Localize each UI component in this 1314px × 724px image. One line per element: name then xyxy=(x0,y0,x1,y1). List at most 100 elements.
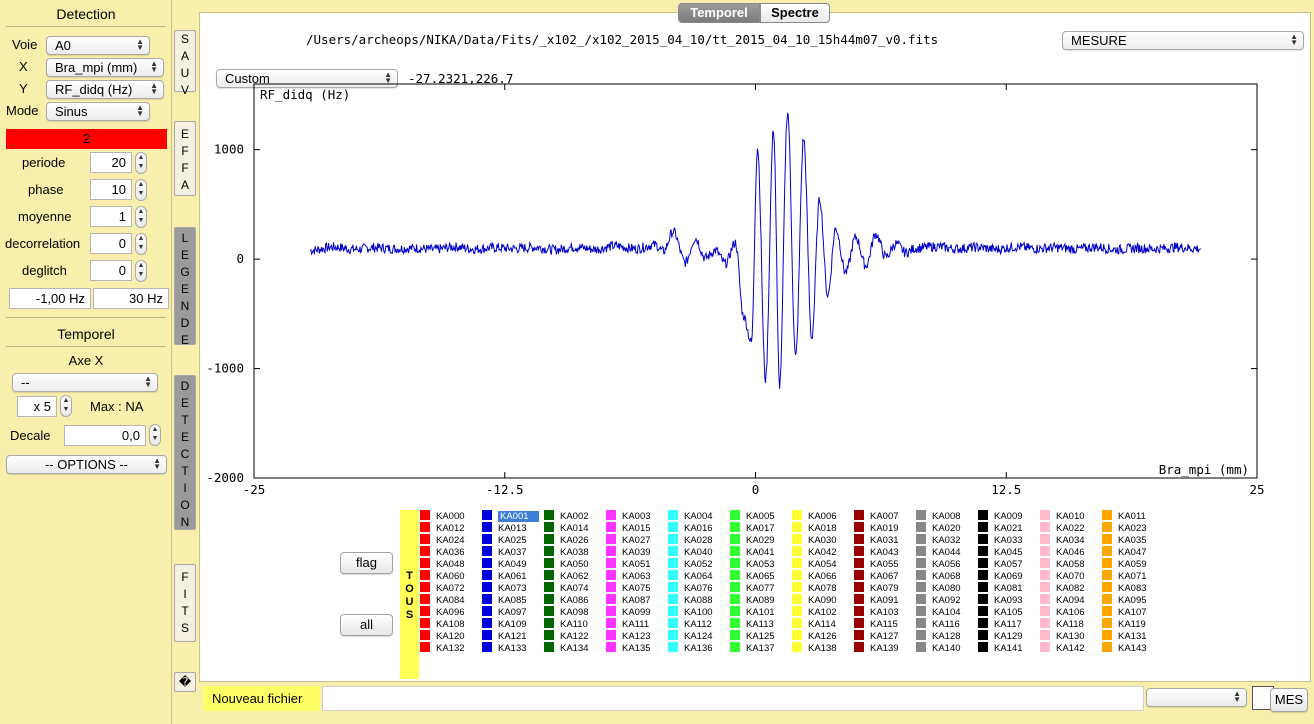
detector-item[interactable]: KA051 xyxy=(606,558,651,570)
detector-item[interactable]: KA059 xyxy=(1102,558,1147,570)
detector-item[interactable]: KA081 xyxy=(978,582,1023,594)
detector-item[interactable]: KA058 xyxy=(1040,558,1085,570)
detector-item[interactable]: KA134 xyxy=(544,642,589,654)
detector-item[interactable]: KA012 xyxy=(420,522,465,534)
detector-item[interactable]: KA070 xyxy=(1040,570,1085,582)
flag-button[interactable]: flag xyxy=(340,552,393,574)
detector-item[interactable]: KA049 xyxy=(482,558,527,570)
detector-item[interactable]: KA047 xyxy=(1102,546,1147,558)
detector-item[interactable]: KA039 xyxy=(606,546,651,558)
detector-item[interactable]: KA060 xyxy=(420,570,465,582)
moyenne-stepper[interactable]: ▲ ▼ xyxy=(135,206,147,228)
detector-item[interactable]: KA113 xyxy=(730,618,774,630)
detector-item[interactable]: KA004 xyxy=(668,510,713,522)
detector-item[interactable]: KA114 xyxy=(792,618,836,630)
detector-item[interactable]: KA050 xyxy=(544,558,589,570)
file-select[interactable]: ▲ ▼ xyxy=(1146,688,1247,707)
detector-item[interactable]: KA002 xyxy=(544,510,589,522)
detector-item[interactable]: KA043 xyxy=(854,546,899,558)
detector-item[interactable]: KA037 xyxy=(482,546,527,558)
scale-input[interactable]: x 5 xyxy=(17,396,57,417)
detector-item[interactable]: KA086 xyxy=(544,594,589,606)
detector-item[interactable]: KA020 xyxy=(916,522,961,534)
axe-x-select[interactable]: -- ▲ ▼ xyxy=(12,373,158,392)
detector-item[interactable]: KA052 xyxy=(668,558,713,570)
detector-item[interactable]: KA046 xyxy=(1040,546,1085,558)
detector-item[interactable]: KA102 xyxy=(792,606,837,618)
detector-item[interactable]: KA087 xyxy=(606,594,651,606)
detector-item[interactable]: KA067 xyxy=(854,570,899,582)
detector-item[interactable]: KA076 xyxy=(668,582,713,594)
detector-item[interactable]: KA101 xyxy=(730,606,775,618)
detector-item[interactable]: KA132 xyxy=(420,642,465,654)
detector-item[interactable]: KA075 xyxy=(606,582,651,594)
detector-item[interactable]: KA032 xyxy=(916,534,961,546)
detector-item[interactable]: KA064 xyxy=(668,570,713,582)
detector-item[interactable]: KA107 xyxy=(1102,606,1147,618)
detector-item[interactable]: KA055 xyxy=(854,558,899,570)
detector-item[interactable]: KA029 xyxy=(730,534,775,546)
detector-item[interactable]: KA124 xyxy=(668,630,713,642)
detector-item[interactable]: KA011 xyxy=(1102,510,1146,522)
detector-item[interactable]: KA139 xyxy=(854,642,899,654)
tous-button[interactable]: TOUS xyxy=(400,510,419,679)
detector-item[interactable]: KA103 xyxy=(854,606,899,618)
detector-item[interactable]: KA056 xyxy=(916,558,961,570)
detector-item[interactable]: KA129 xyxy=(978,630,1023,642)
detector-item[interactable]: KA137 xyxy=(730,642,775,654)
detector-item[interactable]: KA106 xyxy=(1040,606,1085,618)
detector-item[interactable]: KA010 xyxy=(1040,510,1085,522)
detector-item[interactable]: KA131 xyxy=(1102,630,1147,642)
detector-item[interactable]: KA084 xyxy=(420,594,465,606)
detector-item[interactable]: KA025 xyxy=(482,534,527,546)
detector-item[interactable]: KA016 xyxy=(668,522,713,534)
legende-tab[interactable]: LEGENDE xyxy=(174,227,196,347)
decorrelation-stepper[interactable]: ▲ ▼ xyxy=(135,233,147,255)
detector-item[interactable]: KA053 xyxy=(730,558,775,570)
detector-item[interactable]: KA068 xyxy=(916,570,961,582)
detector-item[interactable]: KA120 xyxy=(420,630,465,642)
freq-max-input[interactable]: 30 Hz xyxy=(93,288,169,309)
detector-item[interactable]: KA007 xyxy=(854,510,899,522)
detector-item[interactable]: KA057 xyxy=(978,558,1023,570)
detector-item[interactable]: KA062 xyxy=(544,570,589,582)
detector-item[interactable]: KA074 xyxy=(544,582,589,594)
effa-tab[interactable]: EFFA xyxy=(174,121,196,196)
tab-spectre[interactable]: Spectre xyxy=(760,3,830,23)
detector-item[interactable]: KA066 xyxy=(792,570,837,582)
periode-input[interactable]: 20 xyxy=(90,152,132,173)
detector-item[interactable]: KA014 xyxy=(544,522,589,534)
detector-item[interactable]: KA036 xyxy=(420,546,465,558)
detector-item[interactable]: KA121 xyxy=(482,630,527,642)
deglitch-stepper[interactable]: ▲ ▼ xyxy=(135,260,147,282)
phase-stepper[interactable]: ▲ ▼ xyxy=(135,179,147,201)
detector-item[interactable]: KA100 xyxy=(668,606,713,618)
detector-item[interactable]: KA021 xyxy=(978,522,1023,534)
detector-item[interactable]: KA008 xyxy=(916,510,961,522)
detector-item[interactable]: KA097 xyxy=(482,606,527,618)
detector-item[interactable]: KA040 xyxy=(668,546,713,558)
detector-item[interactable]: KA071 xyxy=(1102,570,1147,582)
detector-item[interactable]: KA140 xyxy=(916,642,961,654)
detector-item[interactable]: KA042 xyxy=(792,546,837,558)
moyenne-input[interactable]: 1 xyxy=(90,206,132,227)
scale-stepper[interactable]: ▲ ▼ xyxy=(60,395,72,417)
detector-item[interactable]: KA099 xyxy=(606,606,651,618)
detector-item[interactable]: KA095 xyxy=(1102,594,1147,606)
detector-item[interactable]: KA048 xyxy=(420,558,465,570)
detector-item[interactable]: KA098 xyxy=(544,606,589,618)
sauv-tab[interactable]: SAUV xyxy=(174,30,196,97)
detector-item[interactable]: KA001 xyxy=(482,510,539,522)
fits-tab[interactable]: FITS xyxy=(174,564,196,642)
detector-item[interactable]: KA108 xyxy=(420,618,465,630)
detector-item[interactable]: KA073 xyxy=(482,582,527,594)
detector-item[interactable]: KA041 xyxy=(730,546,775,558)
detector-item[interactable]: KA023 xyxy=(1102,522,1147,534)
detector-item[interactable]: KA092 xyxy=(916,594,961,606)
detector-item[interactable]: KA094 xyxy=(1040,594,1085,606)
detector-item[interactable]: KA079 xyxy=(854,582,899,594)
detection-tab[interactable]: DETECTION xyxy=(174,375,196,530)
detector-item[interactable]: KA112 xyxy=(668,618,712,630)
detector-item[interactable]: KA141 xyxy=(978,642,1023,654)
detector-item[interactable]: KA017 xyxy=(730,522,775,534)
